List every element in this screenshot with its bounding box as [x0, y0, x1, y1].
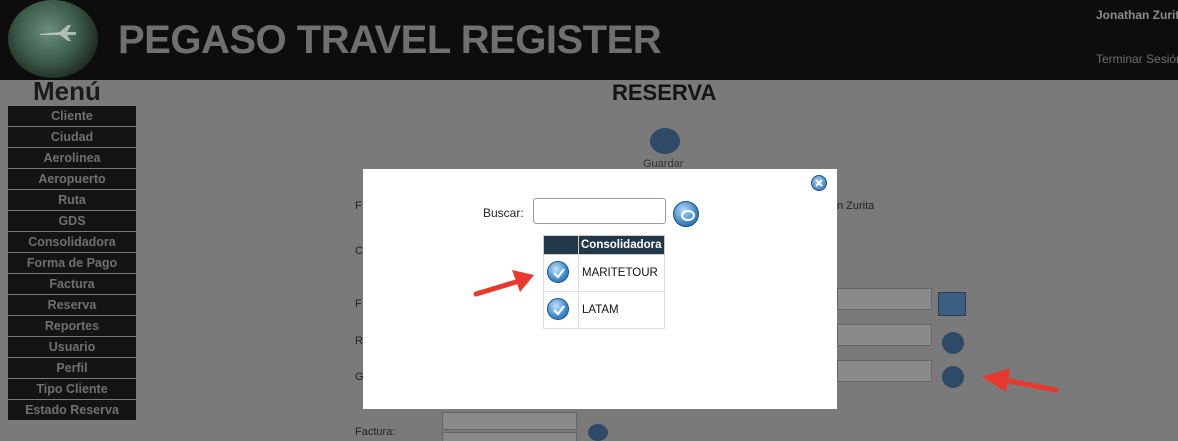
menu-title: Menú — [33, 76, 101, 106]
menu-item-tipo-cliente[interactable]: Tipo Cliente — [8, 379, 136, 399]
form-label: R — [355, 335, 363, 347]
page-title: RESERVA — [612, 80, 717, 105]
select-check-icon[interactable] — [547, 297, 569, 320]
menu-item-aeropuerto[interactable]: Aeropuerto — [8, 169, 136, 189]
select-column-header — [543, 235, 579, 255]
form-label: F — [355, 298, 362, 310]
menu-item-ciudad[interactable]: Ciudad — [8, 127, 136, 147]
menu-item-usuario[interactable]: Usuario — [8, 337, 136, 357]
select-cell — [543, 254, 579, 292]
header-bar: PEGASO TRAVEL REGISTER Jonathan Zurita T… — [0, 0, 1178, 80]
table-row: LATAM — [543, 291, 665, 329]
select-cell — [543, 291, 579, 329]
close-icon[interactable] — [811, 175, 827, 191]
consolidadora-name: MARITETOUR — [578, 254, 665, 292]
form-label: C — [355, 245, 363, 257]
search-input[interactable] — [533, 198, 666, 224]
gds-field[interactable] — [837, 360, 932, 382]
user-name: Jonathan Zurita — [1096, 8, 1178, 22]
search-gds-icon[interactable] — [942, 366, 964, 388]
search-factura-icon[interactable] — [588, 424, 608, 441]
menu-item-ruta[interactable]: Ruta — [8, 190, 136, 210]
menu-item-aerolinea[interactable]: Aerolinea — [8, 148, 136, 168]
annotation-arrow-right — [982, 368, 1059, 393]
table-row: MARITETOUR — [543, 254, 665, 292]
menu-item-perfil[interactable]: Perfil — [8, 358, 136, 378]
date-field[interactable] — [837, 288, 932, 310]
app-title: PEGASO TRAVEL REGISTER — [118, 18, 662, 62]
globe-plane-logo — [8, 0, 98, 78]
search-label: Buscar: — [483, 206, 524, 220]
plane-icon — [40, 25, 76, 41]
sidebar-menu: Cliente Ciudad Aerolinea Aeropuerto Ruta… — [8, 106, 136, 421]
menu-item-reportes[interactable]: Reportes — [8, 316, 136, 336]
field-under-modal[interactable] — [442, 412, 577, 430]
consolidadora-search-modal: Buscar: Consolidadora MARITETOUR LATAM — [363, 169, 837, 409]
menu-item-estado-reserva[interactable]: Estado Reserva — [8, 400, 136, 420]
search-button[interactable] — [673, 201, 699, 227]
table-header-row: Consolidadora — [543, 235, 665, 255]
calendar-icon[interactable] — [938, 292, 966, 316]
annotation-arrow-left — [473, 270, 534, 297]
menu-item-reserva[interactable]: Reserva — [8, 295, 136, 315]
menu-item-consolidadora[interactable]: Consolidadora — [8, 232, 136, 252]
form-label-user: n Zurita — [837, 200, 875, 212]
consolidadora-table: Consolidadora MARITETOUR LATAM — [543, 235, 665, 329]
select-check-icon[interactable] — [547, 260, 569, 283]
save-icon[interactable] — [650, 128, 680, 154]
route-field[interactable] — [837, 324, 932, 346]
consolidadora-column-header: Consolidadora — [578, 235, 665, 255]
factura-label: Factura: — [355, 426, 396, 438]
search-route-icon[interactable] — [942, 332, 964, 354]
consolidadora-name: LATAM — [578, 291, 665, 329]
form-label: F — [355, 200, 362, 212]
menu-item-gds[interactable]: GDS — [8, 211, 136, 231]
menu-item-forma-de-pago[interactable]: Forma de Pago — [8, 253, 136, 273]
factura-field[interactable] — [442, 432, 577, 441]
logout-link[interactable]: Terminar Sesión — [1096, 52, 1178, 66]
menu-item-cliente[interactable]: Cliente — [8, 106, 136, 126]
menu-item-factura[interactable]: Factura — [8, 274, 136, 294]
